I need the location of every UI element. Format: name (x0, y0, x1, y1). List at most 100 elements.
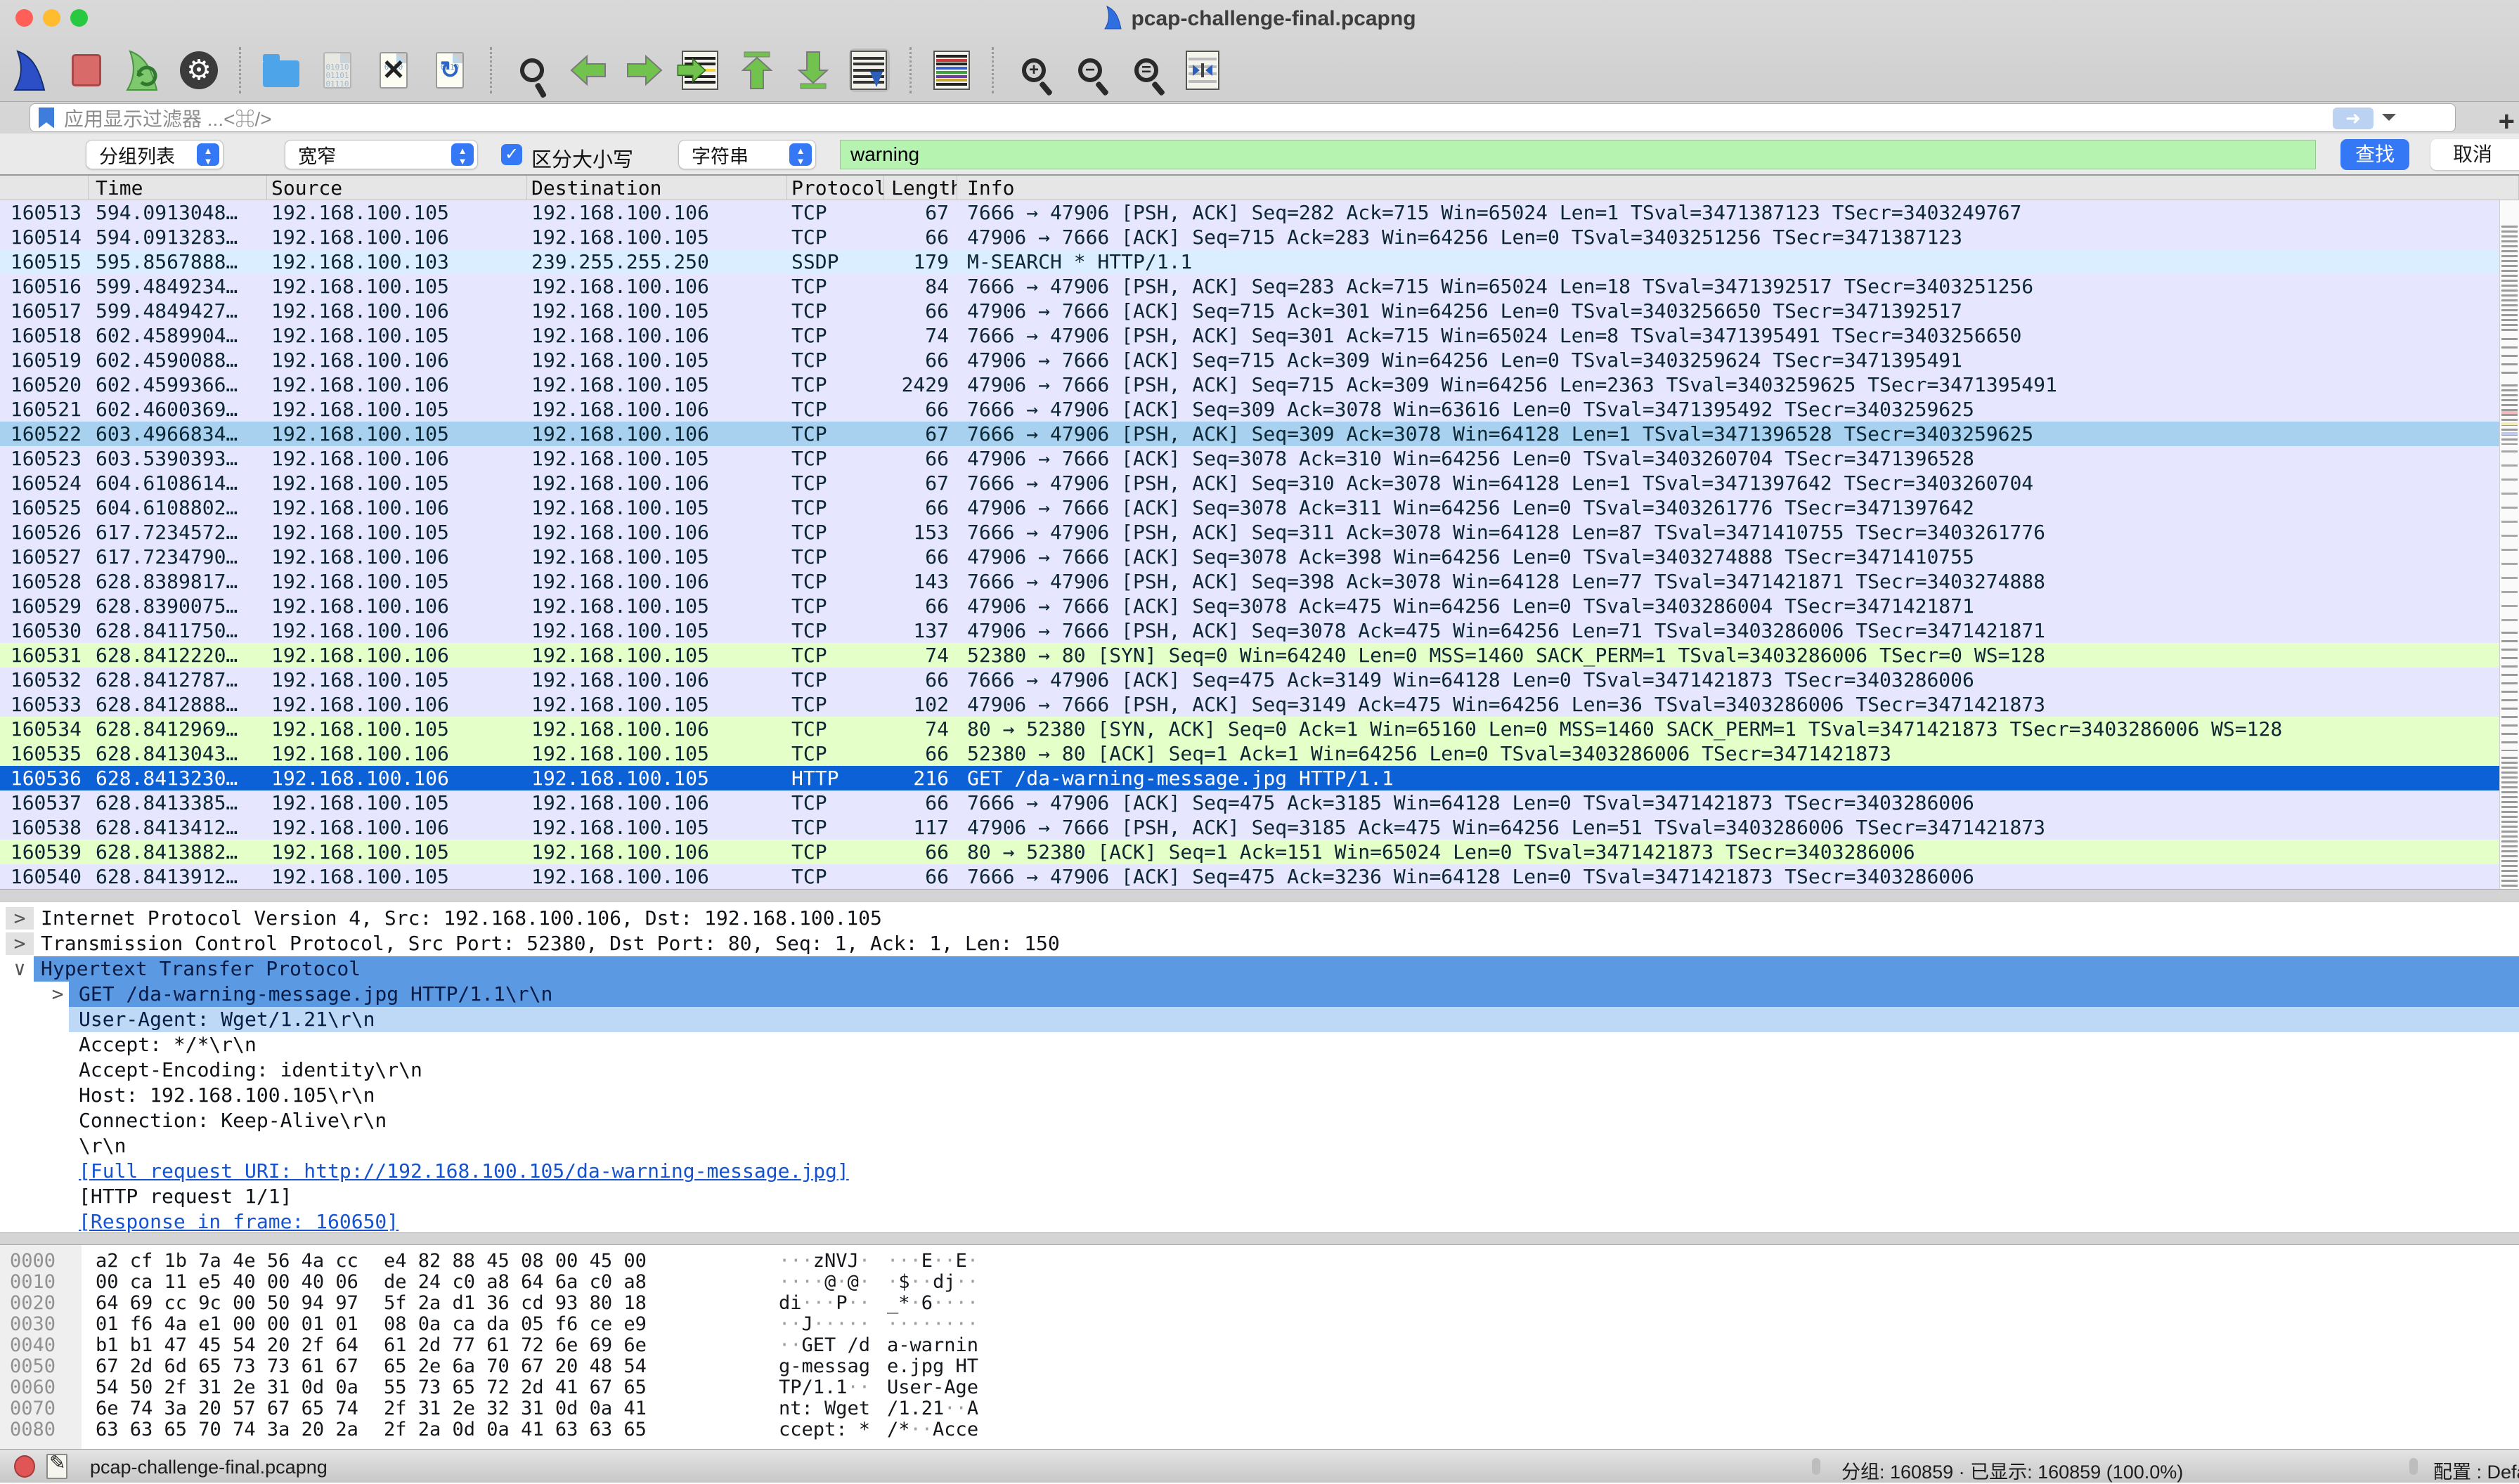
find-type-select[interactable]: 字符串 ▲▼ (678, 140, 816, 169)
hex-ascii[interactable]: di···P·· (779, 1293, 870, 1314)
packet-cell[interactable]: 628.8413412… (89, 815, 267, 840)
hex-bytes[interactable]: 55 73 65 72 2d 41 67 65 (384, 1377, 647, 1398)
colorize-icon[interactable] (931, 48, 972, 92)
packet-cell[interactable]: 47906 → 7666 [ACK] Seq=715 Ack=301 Win=6… (957, 299, 2499, 323)
filter-history-dropdown-icon[interactable] (2382, 114, 2396, 128)
go-to-packet-icon[interactable] (680, 48, 721, 92)
packet-row[interactable]: 160532628.8412787…192.168.100.105192.168… (0, 668, 2499, 692)
column-destination[interactable]: Destination (527, 176, 787, 200)
packet-cell[interactable]: 160530 (0, 618, 89, 643)
packet-cell[interactable]: TCP (787, 348, 884, 372)
packet-cell[interactable]: 595.8567888… (89, 249, 267, 274)
packet-cell[interactable]: 192.168.100.105 (527, 618, 787, 643)
close-file-icon[interactable]: 0110✕ (373, 48, 414, 92)
packet-cell[interactable]: 160540 (0, 864, 89, 889)
go-back-icon[interactable] (568, 48, 609, 92)
detail-link[interactable]: [Full request URI: http://192.168.100.10… (79, 1159, 849, 1183)
detail-text[interactable]: User-Agent: Wget/1.21\r\n (79, 1008, 375, 1031)
hex-bytes[interactable]: 61 2d 77 61 72 6e 69 6e (384, 1335, 647, 1356)
packet-cell[interactable]: 599.4849427… (89, 299, 267, 323)
packet-cell[interactable]: 603.5390393… (89, 446, 267, 471)
packet-cell[interactable]: 66 (884, 225, 957, 249)
find-query-input[interactable]: warning (840, 140, 2316, 169)
expert-info-icon[interactable] (14, 1455, 35, 1478)
packet-cell[interactable]: 603.4966834… (89, 422, 267, 446)
hex-row[interactable]: 00706e 74 3a 20 57 67 65 742f 31 2e 32 3… (0, 1398, 2519, 1419)
packet-cell[interactable]: TCP (787, 815, 884, 840)
packet-list-header[interactable]: Time Source Destination Protocol Length … (0, 176, 2519, 200)
packet-cell[interactable]: 160515 (0, 249, 89, 274)
packet-cell[interactable]: 628.8413882… (89, 840, 267, 864)
packet-cell[interactable]: 192.168.100.106 (267, 766, 527, 790)
hex-ascii[interactable]: User-Age (887, 1377, 978, 1398)
packet-cell[interactable]: 192.168.100.105 (267, 790, 527, 815)
packet-cell[interactable]: 602.4590088… (89, 348, 267, 372)
packet-cell[interactable]: 66 (884, 299, 957, 323)
detail-line[interactable]: \r\n (0, 1133, 2519, 1159)
packet-cell[interactable]: 192.168.100.105 (267, 422, 527, 446)
packet-cell[interactable]: 192.168.100.105 (267, 864, 527, 889)
hex-bytes[interactable]: 01 f6 4a e1 00 00 01 01 (96, 1314, 358, 1335)
packet-cell[interactable]: 192.168.100.106 (267, 692, 527, 717)
packet-cell[interactable]: TCP (787, 225, 884, 249)
packet-cell[interactable]: 47906 → 7666 [PSH, ACK] Seq=715 Ack=309 … (957, 372, 2499, 397)
packet-cell[interactable]: 192.168.100.106 (527, 668, 787, 692)
packet-row[interactable]: 160533628.8412888…192.168.100.106192.168… (0, 692, 2499, 717)
hex-bytes[interactable]: 00 ca 11 e5 40 00 40 06 (96, 1272, 358, 1293)
hex-bytes[interactable]: 67 2d 6d 65 73 73 61 67 (96, 1356, 358, 1377)
detail-text[interactable]: Accept-Encoding: identity\r\n (79, 1058, 422, 1081)
packet-cell[interactable]: 192.168.100.106 (267, 545, 527, 569)
packet-cell[interactable]: 604.6108614… (89, 471, 267, 495)
packet-row[interactable]: 160515595.8567888…192.168.100.103239.255… (0, 249, 2499, 274)
detail-line[interactable]: Accept: */*\r\n (0, 1032, 2519, 1057)
detail-line[interactable]: User-Agent: Wget/1.21\r\n (0, 1007, 2519, 1032)
packet-cell[interactable]: 192.168.100.105 (267, 200, 527, 225)
packet-cell[interactable]: 617.7234572… (89, 520, 267, 545)
packet-cell[interactable]: 160534 (0, 717, 89, 741)
column-no[interactable] (0, 176, 89, 200)
packet-cell[interactable]: 192.168.100.106 (267, 348, 527, 372)
packet-cell[interactable]: TCP (787, 840, 884, 864)
packet-cell[interactable]: TCP (787, 495, 884, 520)
packet-cell[interactable]: 192.168.100.105 (527, 692, 787, 717)
packet-cell[interactable]: 160525 (0, 495, 89, 520)
packet-row[interactable]: 160534628.8412969…192.168.100.105192.168… (0, 717, 2499, 741)
packet-cell[interactable]: 192.168.100.105 (527, 225, 787, 249)
packet-cell[interactable]: TCP (787, 692, 884, 717)
packet-cell[interactable]: 192.168.100.106 (267, 495, 527, 520)
packet-cell[interactable]: 66 (884, 348, 957, 372)
packet-cell[interactable]: 628.8412787… (89, 668, 267, 692)
packet-cell[interactable]: 192.168.100.106 (267, 594, 527, 618)
packet-cell[interactable]: 602.4589904… (89, 323, 267, 348)
packet-cell[interactable]: TCP (787, 569, 884, 594)
packet-row[interactable]: 160524604.6108614…192.168.100.105192.168… (0, 471, 2499, 495)
packet-cell[interactable]: 52380 → 80 [ACK] Seq=1 Ack=1 Win=64256 L… (957, 741, 2499, 766)
hex-ascii[interactable]: ccept: * (779, 1419, 870, 1440)
packet-cell[interactable]: 192.168.100.106 (267, 299, 527, 323)
packet-cell[interactable]: 160514 (0, 225, 89, 249)
packet-cell[interactable]: 192.168.100.105 (267, 717, 527, 741)
packet-cell[interactable]: 47906 → 7666 [ACK] Seq=3078 Ack=475 Win=… (957, 594, 2499, 618)
packet-cell[interactable]: TCP (787, 372, 884, 397)
packet-cell[interactable]: 7666 → 47906 [PSH, ACK] Seq=309 Ack=3078… (957, 422, 2499, 446)
go-top-icon[interactable] (737, 48, 777, 92)
packet-cell[interactable]: TCP (787, 618, 884, 643)
packet-cell[interactable]: 74 (884, 323, 957, 348)
detail-line[interactable]: Accept-Encoding: identity\r\n (0, 1057, 2519, 1083)
packet-row[interactable]: 160520602.4599366…192.168.100.106192.168… (0, 372, 2499, 397)
packet-cell[interactable]: 66 (884, 545, 957, 569)
expander-chevron-icon[interactable]: > (44, 982, 72, 1007)
detail-line[interactable]: [HTTP request 1/1] (0, 1184, 2519, 1209)
packet-cell[interactable]: TCP (787, 471, 884, 495)
packet-cell[interactable]: 192.168.100.105 (267, 274, 527, 299)
packet-cell[interactable]: 192.168.100.105 (267, 520, 527, 545)
packet-cell[interactable]: 192.168.100.106 (527, 520, 787, 545)
packet-cell[interactable]: 160526 (0, 520, 89, 545)
detail-text[interactable]: Internet Protocol Version 4, Src: 192.16… (41, 906, 882, 930)
packet-cell[interactable]: 66 (884, 668, 957, 692)
packet-cell[interactable]: 594.0913048… (89, 200, 267, 225)
hex-ascii[interactable]: /*··Acce (887, 1419, 978, 1440)
filter-bookmark-icon[interactable] (39, 108, 54, 129)
packet-detail-pane[interactable]: > Internet Protocol Version 4, Src: 192.1… (0, 902, 2519, 1232)
packet-cell[interactable]: 160533 (0, 692, 89, 717)
